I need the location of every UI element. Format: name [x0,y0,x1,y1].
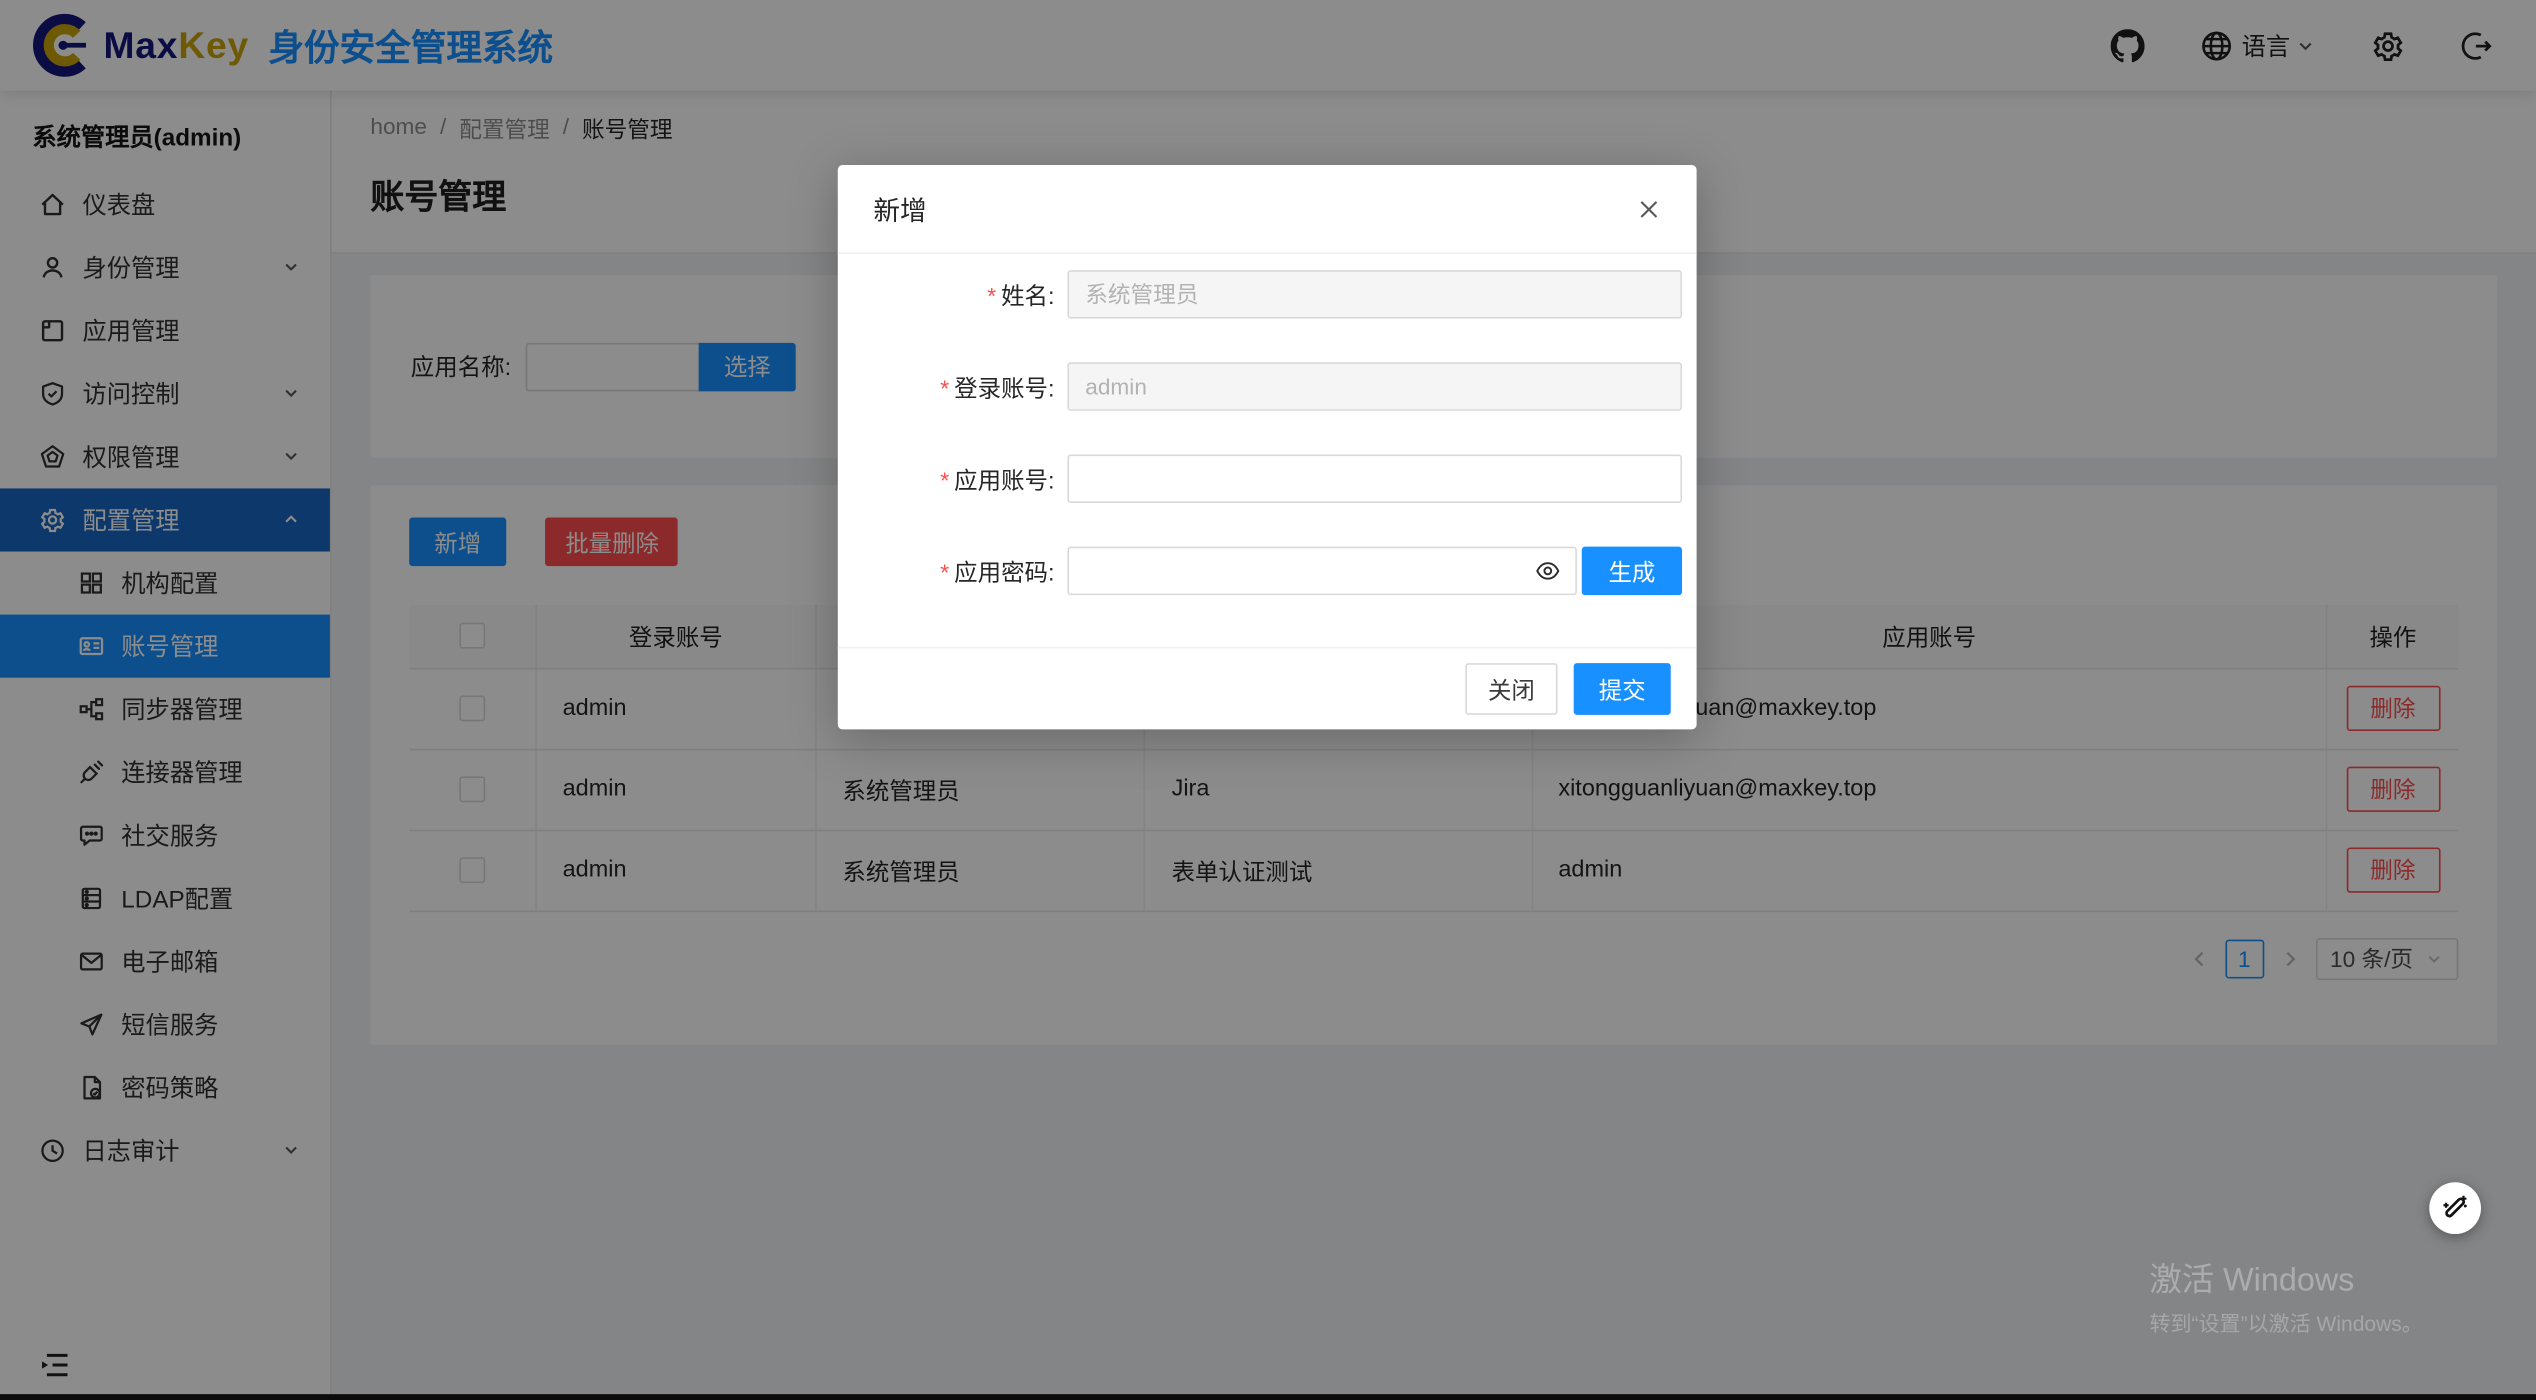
name-label: 姓名: [1001,284,1054,310]
app-stage: MaxKey 身份安全管理系统 语言 系统管理员(admin) [0,0,2536,1400]
required-mark: * [940,468,949,494]
modal-footer: 关闭 提交 [838,647,1697,729]
name-field[interactable] [1067,270,1682,319]
modal-title: 新增 [873,189,926,228]
close-button[interactable]: 关闭 [1465,663,1557,715]
login-account-field[interactable] [1067,362,1682,411]
login-label: 登录账号: [954,376,1054,402]
eye-icon[interactable] [1535,558,1561,584]
required-mark: * [940,376,949,402]
modal-header: 新增 [838,165,1697,254]
app-account-field[interactable] [1067,454,1682,503]
app-password-label: 应用密码: [954,560,1054,586]
generate-password-button[interactable]: 生成 [1582,547,1682,596]
magic-wand-fab[interactable] [2429,1182,2481,1234]
required-mark: * [987,284,996,310]
form-row-app-password: *应用密码: 生成 [838,547,1682,596]
form-row-login: *登录账号: [838,362,1682,411]
form-row-app-account: *应用账号: [838,454,1682,503]
form-row-name: *姓名: [838,270,1682,319]
submit-button[interactable]: 提交 [1574,663,1671,715]
required-mark: * [940,560,949,586]
add-account-modal: 新增 *姓名: *登录账号: *应用账号: *应用密码: [838,165,1697,729]
modal-body: *姓名: *登录账号: *应用账号: *应用密码: 生成 [838,254,1697,595]
close-icon[interactable] [1637,197,1661,221]
magic-wand-icon [2441,1194,2470,1223]
app-password-field[interactable] [1067,547,1576,596]
app-account-label: 应用账号: [954,468,1054,494]
